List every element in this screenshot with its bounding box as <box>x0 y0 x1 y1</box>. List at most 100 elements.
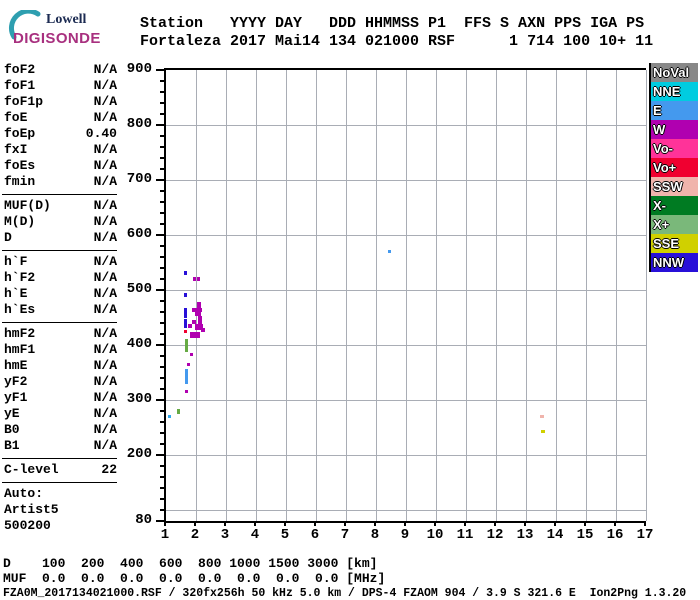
param-label: yF1 <box>4 390 28 405</box>
param-label: fxI <box>4 142 28 157</box>
param-value: N/A <box>93 358 117 373</box>
param-label: 500200 <box>4 518 51 533</box>
data-point <box>177 409 180 414</box>
param-label: foF1p <box>4 94 44 109</box>
param-separator <box>2 458 117 459</box>
param-value: N/A <box>93 78 117 93</box>
param-row: fmin N/A <box>4 174 117 190</box>
logo-lowell-text: Lowell <box>46 12 87 27</box>
param-label: foF2 <box>4 62 36 77</box>
x-tick-label: 11 <box>456 527 474 543</box>
legend-item-x-: X- <box>651 196 698 215</box>
x-tick <box>554 521 556 526</box>
gridline-vertical <box>346 70 347 521</box>
ionogram-plot <box>164 68 647 523</box>
gridline-horizontal <box>166 235 646 236</box>
param-label: yF2 <box>4 374 28 389</box>
legend-item-x+: X+ <box>651 215 698 234</box>
gridline-vertical <box>436 70 437 521</box>
x-tick <box>494 521 496 526</box>
y-tick <box>156 234 164 236</box>
x-tick <box>584 521 586 526</box>
param-label: D <box>4 230 12 245</box>
legend-item-noval: NoVal <box>651 63 698 82</box>
gridline-vertical <box>586 70 587 521</box>
param-row: 500200 <box>4 518 117 534</box>
x-tick-label: 17 <box>636 527 654 543</box>
x-axis: 1 2 3 4 5 6 7 8 9 10 11 12 13 14 15 16 17 <box>161 519 653 547</box>
y-tick <box>156 399 164 401</box>
x-tick-label: 13 <box>516 527 534 543</box>
data-point <box>198 316 202 324</box>
param-label: foEs <box>4 158 36 173</box>
x-tick <box>314 521 316 526</box>
param-row: B1 N/A <box>4 438 117 454</box>
param-row: fxI N/A <box>4 142 117 158</box>
y-tick-label: 700 <box>126 171 152 187</box>
param-row: h`F N/A <box>4 254 117 270</box>
bottom-rows: D 100 200 400 600 800 1000 1500 3000 [km… <box>3 556 385 586</box>
x-tick-label: 14 <box>546 527 564 543</box>
data-point <box>184 319 187 328</box>
param-row: foF2 N/A <box>4 62 117 78</box>
gridline-vertical <box>316 70 317 521</box>
y-axis: 900 800 700 600 500 400 300 200 80 <box>126 61 164 528</box>
param-label: C-level <box>4 462 59 477</box>
gridline-vertical <box>196 70 197 521</box>
param-label: B1 <box>4 438 20 453</box>
param-separator <box>2 250 117 251</box>
param-value: N/A <box>93 62 117 77</box>
gridline-vertical <box>256 70 257 521</box>
param-separator <box>2 482 117 483</box>
x-tick-label: 9 <box>400 527 410 543</box>
data-point <box>193 277 196 281</box>
x-tick <box>644 521 646 526</box>
echo-direction-legend: NoVal NNE E W Vo- Vo+ SSW X- X+ SSE NNW <box>649 63 698 272</box>
x-tick <box>374 521 376 526</box>
param-row: MUF(D) N/A <box>4 198 117 214</box>
y-tick <box>156 124 164 126</box>
y-tick-label: 80 <box>135 512 152 528</box>
gridline-vertical <box>376 70 377 521</box>
gridline-vertical <box>466 70 467 521</box>
data-point <box>197 277 200 281</box>
y-tick-label: 200 <box>126 446 152 462</box>
legend-item-sse: SSE <box>651 234 698 253</box>
param-row: foF1p N/A <box>4 94 117 110</box>
legend-item-vo-: Vo- <box>651 139 698 158</box>
param-label: hmF2 <box>4 326 36 341</box>
x-tick-label: 15 <box>576 527 594 543</box>
muf-row: MUF 0.0 0.0 0.0 0.0 0.0 0.0 0.0 0.0 [MHz… <box>3 571 386 586</box>
param-separator <box>2 322 117 323</box>
gridline-horizontal <box>166 345 646 346</box>
param-value: N/A <box>93 254 117 269</box>
param-value: N/A <box>93 406 117 421</box>
param-value: N/A <box>93 270 117 285</box>
data-point <box>190 332 200 338</box>
gridline-vertical <box>226 70 227 521</box>
y-tick <box>156 344 164 346</box>
data-point <box>540 415 544 418</box>
param-row: foF1 N/A <box>4 78 117 94</box>
gridline-vertical <box>556 70 557 521</box>
x-tick <box>434 521 436 526</box>
x-tick-label: 8 <box>370 527 380 543</box>
x-tick <box>404 521 406 526</box>
x-tick-label: 2 <box>190 527 200 543</box>
param-value: 22 <box>101 462 117 477</box>
param-value: N/A <box>93 302 117 317</box>
data-point <box>190 353 193 356</box>
x-tick <box>614 521 616 526</box>
param-label: M(D) <box>4 214 36 229</box>
param-row: h`Es N/A <box>4 302 117 318</box>
y-tick-label: 400 <box>126 336 152 352</box>
gridline-vertical <box>526 70 527 521</box>
gridline-horizontal <box>166 180 646 181</box>
header-line-1: Station YYYY DAY DDD HHMMSS P1 FFS S AXN… <box>140 15 645 32</box>
param-row: foEs N/A <box>4 158 117 174</box>
legend-item-ssw: SSW <box>651 177 698 196</box>
data-point <box>185 339 188 352</box>
y-tick <box>156 69 164 71</box>
x-tick <box>524 521 526 526</box>
x-tick <box>464 521 466 526</box>
